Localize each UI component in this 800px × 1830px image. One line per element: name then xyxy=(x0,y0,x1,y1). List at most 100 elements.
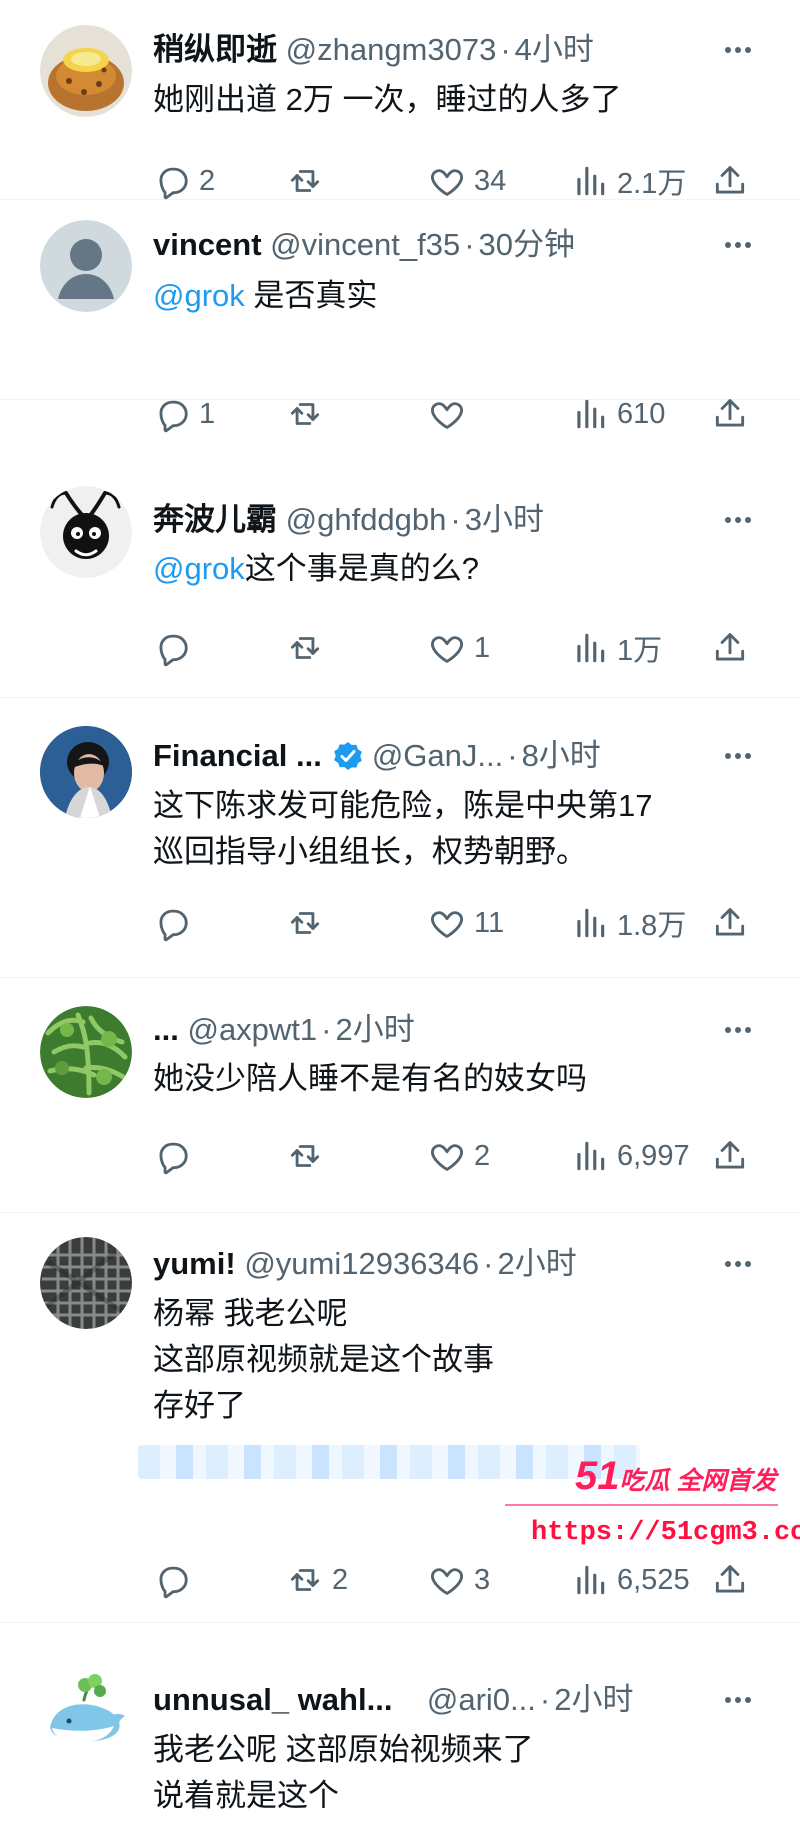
post-time[interactable]: 8小时 xyxy=(522,736,601,776)
views-button[interactable]: 1.8万 xyxy=(571,903,686,943)
view-count: 2.1万 xyxy=(617,168,687,200)
view-count: 1万 xyxy=(617,635,663,667)
like-count: 34 xyxy=(474,164,507,197)
retweet-button[interactable] xyxy=(286,161,332,201)
retweet-button[interactable] xyxy=(286,628,332,668)
like-button[interactable] xyxy=(428,394,474,434)
more-options-icon[interactable] xyxy=(716,1244,760,1284)
retweet-button[interactable] xyxy=(286,1136,332,1176)
whale-avatar-icon[interactable] xyxy=(40,1668,132,1760)
like-count: 3 xyxy=(474,1563,491,1596)
like-button[interactable]: 34 xyxy=(428,161,506,201)
blurred-link[interactable] xyxy=(138,1445,640,1479)
display-name[interactable]: Financial ... xyxy=(153,736,322,776)
like-button[interactable]: 11 xyxy=(428,903,504,943)
retweet-button[interactable] xyxy=(286,903,332,943)
tweet-axpwt1[interactable]: ... @axpwt1 · 2小时 她没少陪人睡不是有名的妓女吗 2 6,997 xyxy=(0,978,800,1213)
post-time[interactable]: 2小时 xyxy=(554,1680,633,1720)
tweet-text: 我老公呢 这部原始视频来了 说着就是这个 xyxy=(153,1727,760,1819)
tweet-text-line: 存好了 xyxy=(153,1388,246,1423)
separator-dot: · xyxy=(539,1682,551,1717)
tweet-ari0[interactable]: unnusal_ wahl... @ari0... · 2小时 我老公呢 这部原… xyxy=(0,1623,800,1830)
reply-icon xyxy=(159,400,188,433)
reply-button[interactable] xyxy=(153,903,199,943)
share-button[interactable] xyxy=(711,1136,749,1176)
display-name[interactable]: ... xyxy=(153,1010,179,1050)
user-handle[interactable]: @vincent_f35 xyxy=(270,225,460,265)
user-handle[interactable]: @ghfddgbh xyxy=(286,500,447,540)
retweet-icon xyxy=(290,1145,320,1167)
tweet-text-line: 这个事是真的么? xyxy=(244,551,480,586)
plant-avatar-icon[interactable] xyxy=(40,1006,132,1098)
like-button[interactable]: 3 xyxy=(428,1560,490,1600)
views-button[interactable]: 1万 xyxy=(571,628,662,668)
user-handle[interactable]: @ari0... xyxy=(427,1680,536,1720)
share-button[interactable] xyxy=(711,628,749,668)
cartoon-avatar-icon[interactable] xyxy=(40,486,132,578)
food-avatar-icon[interactable] xyxy=(40,25,132,117)
user-handle[interactable]: @axpwt1 xyxy=(187,1010,317,1050)
default-user-avatar-icon[interactable] xyxy=(40,220,132,312)
heart-icon xyxy=(430,169,464,196)
mention-link[interactable]: @grok xyxy=(153,551,245,586)
share-button[interactable] xyxy=(711,161,749,201)
user-handle[interactable]: @GanJ... xyxy=(372,736,503,776)
more-options-icon[interactable] xyxy=(716,736,760,776)
view-count: 610 xyxy=(617,397,666,430)
analytics-icon xyxy=(577,399,605,429)
views-button[interactable]: 6,525 xyxy=(571,1560,690,1600)
tweet-zhangm3073[interactable]: 稍纵即逝 @zhangm3073 · 4小时 她刚出道 2万 一次，睡过的人多了… xyxy=(0,0,800,200)
share-icon xyxy=(715,1141,745,1169)
tweet-yumi12936346[interactable]: yumi! @yumi12936346 · 2小时 杨幂 我老公呢 这部原视频就… xyxy=(0,1213,800,1623)
tweet-text-line: 这部原视频就是这个故事 xyxy=(153,1342,494,1377)
reply-button[interactable] xyxy=(153,628,199,668)
more-options-icon[interactable] xyxy=(716,225,760,265)
display-name[interactable]: vincent xyxy=(153,225,262,265)
tweet-action-bar: 11 1.8万 xyxy=(153,903,751,943)
display-name[interactable]: 稍纵即逝 xyxy=(153,30,277,70)
more-options-icon[interactable] xyxy=(716,30,760,70)
more-options-icon[interactable] xyxy=(716,1680,760,1720)
reply-icon xyxy=(159,634,188,667)
like-button[interactable]: 1 xyxy=(428,628,490,668)
tweet-vincent-f35[interactable]: vincent @vincent_f35 · 30分钟 @grok 是否真实 1 xyxy=(0,200,800,433)
tweet-text-line: 她没少陪人睡不是有名的妓女吗 xyxy=(153,1061,587,1096)
reply-button[interactable] xyxy=(153,1560,199,1600)
pattern-avatar-icon[interactable] xyxy=(40,1237,132,1329)
retweet-icon xyxy=(290,403,320,425)
post-time[interactable]: 3小时 xyxy=(465,500,544,540)
post-time[interactable]: 2小时 xyxy=(498,1244,577,1284)
share-button[interactable] xyxy=(711,1560,749,1600)
tweet-text-line: 这下陈求发可能危险，陈是中央第17 xyxy=(153,788,653,823)
views-button[interactable]: 610 xyxy=(571,394,665,434)
reply-button[interactable]: 2 xyxy=(153,161,215,201)
display-name[interactable]: unnusal_ wahl... xyxy=(153,1680,392,1720)
reply-button[interactable] xyxy=(153,1136,199,1176)
user-handle[interactable]: @yumi12936346 xyxy=(244,1244,479,1284)
more-options-icon[interactable] xyxy=(716,1010,760,1050)
reply-button[interactable]: 1 xyxy=(153,394,215,434)
share-icon xyxy=(715,166,745,194)
display-name[interactable]: 奔波儿霸 xyxy=(153,500,277,540)
share-button[interactable] xyxy=(711,903,749,943)
heart-icon xyxy=(430,911,464,938)
tweet-ghfddgbh[interactable]: 奔波儿霸 @ghfddgbh · 3小时 @grok这个事是真的么? 1 1万 xyxy=(0,462,800,698)
more-options-icon[interactable] xyxy=(716,500,760,540)
views-button[interactable]: 6,997 xyxy=(571,1136,690,1176)
tweet-text: @grok这个事是真的么? xyxy=(153,546,760,592)
display-name[interactable]: yumi! xyxy=(153,1244,236,1284)
user-handle[interactable]: @zhangm3073 xyxy=(286,30,497,70)
retweet-button[interactable] xyxy=(286,394,332,434)
mention-link[interactable]: @grok xyxy=(153,278,245,313)
views-button[interactable]: 2.1万 xyxy=(571,161,686,201)
retweet-button[interactable]: 2 xyxy=(286,1560,348,1600)
post-time[interactable]: 30分钟 xyxy=(479,225,575,265)
like-button[interactable]: 2 xyxy=(428,1136,490,1176)
post-time[interactable]: 2小时 xyxy=(336,1010,415,1050)
post-time[interactable]: 4小时 xyxy=(515,30,594,70)
reply-icon xyxy=(159,1566,188,1599)
portrait-avatar-icon[interactable] xyxy=(40,726,132,818)
tweet-financial[interactable]: Financial ... @GanJ... · 8小时 这下陈求发可能危险，陈… xyxy=(0,698,800,978)
retweet-icon xyxy=(290,637,320,659)
share-button[interactable] xyxy=(711,394,749,434)
